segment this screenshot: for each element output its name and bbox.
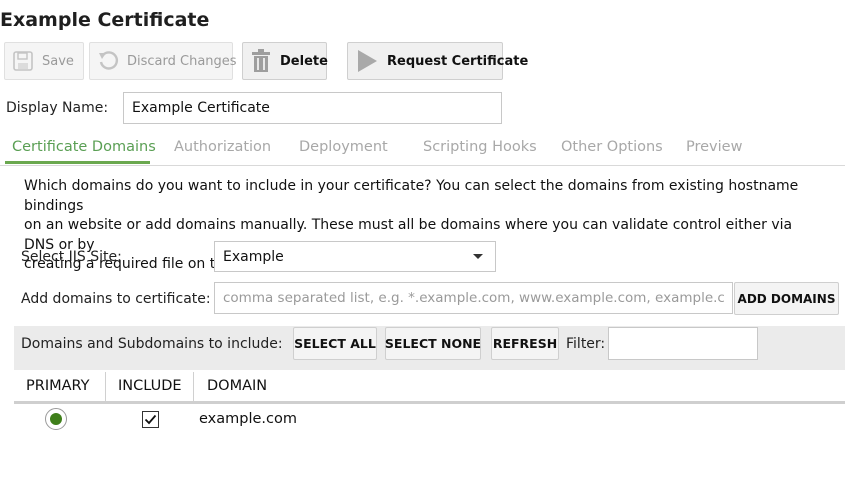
page-title: Example Certificate bbox=[0, 9, 210, 31]
checkmark-icon bbox=[144, 414, 157, 425]
add-domains-input[interactable] bbox=[214, 282, 733, 314]
include-checkbox[interactable] bbox=[142, 411, 159, 428]
trash-icon bbox=[250, 49, 272, 73]
column-header-include[interactable]: INCLUDE bbox=[118, 378, 182, 394]
display-name-label: Display Name: bbox=[6, 100, 109, 116]
primary-radio[interactable] bbox=[45, 408, 67, 430]
add-domains-label: Add domains to certificate: bbox=[21, 291, 211, 307]
undo-icon bbox=[97, 50, 119, 72]
filter-label: Filter: bbox=[566, 336, 606, 352]
delete-button-label: Delete bbox=[280, 53, 328, 69]
domain-cell: example.com bbox=[199, 411, 297, 427]
select-none-button[interactable]: SELECT NONE bbox=[385, 327, 481, 360]
iis-site-select[interactable]: Example bbox=[214, 241, 496, 272]
play-icon bbox=[355, 49, 379, 73]
discard-changes-label: Discard Changes bbox=[127, 53, 237, 69]
column-divider bbox=[105, 372, 106, 402]
tab-certificate-domains[interactable]: Certificate Domains bbox=[12, 139, 156, 155]
column-header-domain[interactable]: DOMAIN bbox=[207, 378, 267, 394]
save-button[interactable]: Save bbox=[4, 42, 84, 80]
column-divider bbox=[193, 372, 194, 402]
iis-site-value: Example bbox=[223, 248, 284, 265]
include-label: Domains and Subdomains to include: bbox=[21, 336, 283, 352]
tab-other-options[interactable]: Other Options bbox=[561, 139, 663, 155]
request-certificate-button[interactable]: Request Certificate bbox=[347, 42, 528, 80]
iis-site-label: Select IIS Site: bbox=[21, 249, 122, 265]
column-header-primary[interactable]: PRIMARY bbox=[26, 378, 90, 394]
add-domains-button[interactable]: ADD DOMAINS bbox=[734, 282, 839, 315]
display-name-input[interactable] bbox=[123, 92, 502, 124]
filter-input[interactable] bbox=[608, 327, 758, 360]
request-certificate-label: Request Certificate bbox=[387, 53, 529, 69]
tab-preview[interactable]: Preview bbox=[686, 139, 742, 155]
select-all-button[interactable]: SELECT ALL bbox=[293, 327, 377, 360]
description-line: Which domains do you want to include in … bbox=[24, 178, 799, 214]
delete-button[interactable]: Delete bbox=[242, 42, 328, 80]
save-icon bbox=[12, 50, 34, 72]
header-divider bbox=[14, 401, 845, 404]
tab-authorization[interactable]: Authorization bbox=[174, 139, 271, 155]
refresh-button[interactable]: REFRESH bbox=[491, 327, 559, 360]
discard-changes-button[interactable]: Discard Changes bbox=[89, 42, 237, 80]
tab-scripting-hooks[interactable]: Scripting Hooks bbox=[423, 139, 537, 155]
radio-selected-dot bbox=[50, 413, 62, 425]
save-button-label: Save bbox=[42, 53, 74, 69]
tab-deployment[interactable]: Deployment bbox=[299, 139, 388, 155]
active-tab-indicator bbox=[5, 161, 150, 164]
chevron-down-icon bbox=[473, 254, 483, 259]
